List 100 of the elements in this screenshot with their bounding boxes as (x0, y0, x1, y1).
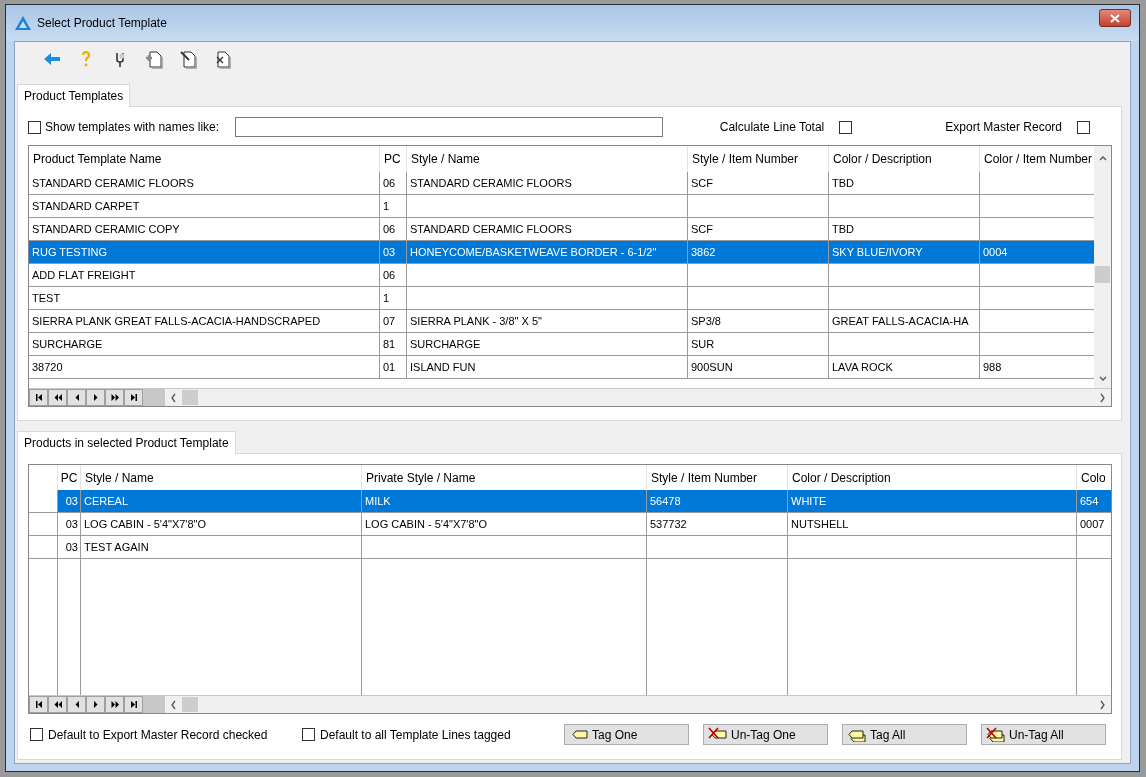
table-cell: 03 (58, 490, 81, 513)
checkbox[interactable] (302, 728, 315, 741)
previous-page-icon (52, 392, 63, 403)
untag-one-button[interactable]: Un-Tag One (703, 724, 828, 745)
untag-all-icon (986, 727, 1006, 742)
table-cell: LAVA ROCK (829, 356, 980, 379)
table-cell: TBD (829, 172, 980, 195)
table-row[interactable]: STANDARD CARPET 1 (29, 195, 1094, 218)
table-row[interactable]: ADD FLAT FREIGHT 06 (29, 264, 1094, 287)
record-nav-button[interactable] (124, 696, 143, 713)
record-nav-button[interactable] (48, 389, 67, 406)
record-nav-button[interactable] (105, 389, 124, 406)
table-cell: TEST AGAIN (81, 536, 362, 559)
table-cell: CEREAL (81, 490, 362, 513)
table-cell: STANDARD CERAMIC FLOORS (407, 218, 688, 241)
record-nav-button[interactable] (105, 696, 124, 713)
table-row[interactable]: SURCHARGE 81 SURCHARGE SUR (29, 333, 1094, 356)
record-nav-button[interactable] (86, 696, 105, 713)
table-cell: HONEYCOME/BASKETWEAVE BORDER - 6-1/2" (407, 241, 688, 264)
table-cell: SP3/8 (688, 310, 829, 333)
previous-page-icon (52, 699, 63, 710)
table-row[interactable]: 03 LOG CABIN - 5'4"X7'8"O LOG CABIN - 5'4"X7'8"O 537732 NUTSHELL 0007 (29, 513, 1111, 536)
scroll-left-icon[interactable] (169, 699, 178, 710)
table-cell: LOG CABIN - 5'4"X7'8"O (362, 513, 647, 536)
table-cell: 1 (380, 195, 407, 218)
table-cell: 03 (58, 536, 81, 559)
record-nav-button[interactable] (67, 696, 86, 713)
first-record-icon (33, 699, 44, 710)
tags-icon (847, 727, 867, 742)
table-cell: 1 (380, 287, 407, 310)
table-cell: TEST (29, 287, 380, 310)
add-page-icon[interactable] (144, 48, 164, 69)
name-filter-field[interactable] (235, 117, 664, 137)
table-cell: LOG CABIN - 5'4"X7'8"O (81, 513, 362, 536)
last-record-icon (128, 699, 139, 710)
table-row[interactable]: STANDARD CERAMIC COPY 06 STANDARD CERAMIC FLOORS SCF TBD (29, 218, 1094, 241)
first-record-icon (33, 392, 44, 403)
checkbox-label: Calculate Line Total (719, 120, 825, 134)
table-cell: 07 (380, 310, 407, 333)
checkbox[interactable] (28, 120, 41, 134)
table-cell: WHITE (788, 490, 1077, 513)
table-row[interactable]: 38720 01 ISLAND FUN 900SUN LAVA ROCK 988 (29, 356, 1094, 379)
window-title: Select Product Template (37, 16, 168, 30)
table-row[interactable]: 03 TEST AGAIN (29, 536, 1111, 559)
table-cell: 654 (1077, 490, 1111, 513)
table-cell: 56478 (647, 490, 788, 513)
record-nav-button[interactable] (29, 389, 48, 406)
tag-all-button[interactable]: Tag All (842, 724, 967, 745)
table-cell: RUG TESTING (29, 241, 380, 264)
scrollbar-thumb[interactable] (182, 390, 198, 405)
record-nav-button[interactable] (67, 389, 86, 406)
record-nav-button[interactable] (29, 696, 48, 713)
next-page-icon (109, 392, 120, 403)
table-cell: SIERRA PLANK GREAT FALLS-ACACIA-HANDSCRAPED (29, 310, 380, 333)
scrollbar-thumb[interactable] (1095, 266, 1110, 283)
table-cell: STANDARD CERAMIC COPY (29, 218, 380, 241)
table-cell: STANDARD CARPET (29, 195, 380, 218)
table-cell: STANDARD CERAMIC FLOORS (407, 172, 688, 195)
table-cell: 537732 (647, 513, 788, 536)
tab[interactable]: Products in selected Product Template (17, 431, 236, 454)
close-button[interactable] (1099, 9, 1131, 27)
table-cell: MILK (362, 490, 647, 513)
vertical-scrollbar[interactable] (1094, 146, 1111, 388)
table-cell: SIERRA PLANK - 3/8" X 5" (407, 310, 688, 333)
app-logo-icon (15, 16, 31, 30)
last-record-icon (128, 392, 139, 403)
table-cell: SKY BLUE/IVORY (829, 241, 980, 264)
scroll-right-icon[interactable] (1098, 699, 1107, 710)
tag-one-button[interactable]: Tag One (564, 724, 689, 745)
untag-all-button[interactable]: Un-Tag All (981, 724, 1106, 745)
table-row[interactable]: 03 CEREAL MILK 56478 WHITE 654 (29, 490, 1111, 513)
checkbox[interactable] (1077, 120, 1090, 134)
tab[interactable]: Product Templates (17, 84, 131, 107)
scrollbar-thumb[interactable] (182, 697, 198, 712)
table-cell: 3862 (688, 241, 829, 264)
table-cell: 01 (380, 356, 407, 379)
table-row[interactable]: RUG TESTING 03 HONEYCOME/BASKETWEAVE BORDER - 6-1/2" 3862 SKY BLUE/IVORY 0004 (29, 241, 1094, 264)
table-row[interactable]: SIERRA PLANK GREAT FALLS-ACACIA-HANDSCRAPED 07 SIERRA PLANK - 3/8" X 5" SP3/8 GREAT FALLS-ACACIA-HA (29, 310, 1094, 333)
table-cell: 06 (380, 264, 407, 287)
record-nav-button[interactable] (124, 389, 143, 406)
tag-icon (569, 727, 589, 742)
record-nav-button[interactable] (86, 389, 105, 406)
table-cell: 900SUN (688, 356, 829, 379)
table-cell: SCF (688, 218, 829, 241)
table-cell: SCF (688, 172, 829, 195)
table-cell: ISLAND FUN (407, 356, 688, 379)
table-cell: 0004 (980, 241, 1094, 264)
checkbox[interactable] (839, 120, 853, 134)
table-row[interactable]: STANDARD CERAMIC FLOORS 06 STANDARD CERAMIC FLOORS SCF TBD (29, 172, 1094, 195)
record-nav-button[interactable] (48, 696, 67, 713)
scroll-left-icon[interactable] (169, 392, 178, 403)
table-cell: SURCHARGE (407, 333, 688, 356)
table-row[interactable]: TEST 1 (29, 287, 1094, 310)
edit-page-icon[interactable] (178, 48, 198, 69)
table-cell: TBD (829, 218, 980, 241)
scroll-right-icon[interactable] (1098, 392, 1107, 403)
checkbox-label: Export Master Record (945, 120, 1062, 134)
checkbox-label: Default to Export Master Record checked (48, 727, 268, 742)
table-cell: 03 (380, 241, 407, 264)
checkbox[interactable] (30, 728, 43, 741)
